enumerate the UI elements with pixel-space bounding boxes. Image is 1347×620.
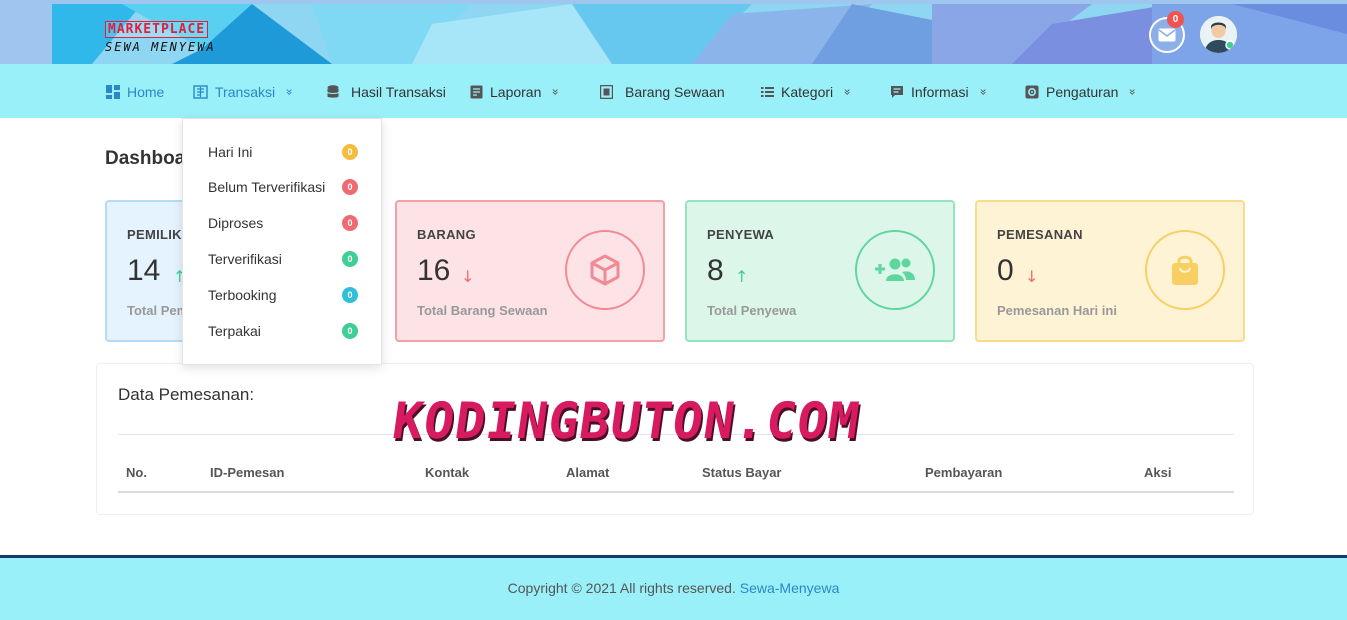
footer-link[interactable]: Sewa-Menyewa — [740, 580, 840, 596]
card-title: BARANG — [417, 227, 476, 242]
trend-up-icon: ↑ — [735, 267, 749, 286]
page-root: { "header": { "brand_top": "MARKETPLACE"… — [0, 0, 1347, 620]
orders-title: Data Pemesanan: — [118, 385, 255, 404]
dropdown-item-terbooking[interactable]: Terbooking 0 — [208, 286, 358, 304]
table-header-no[interactable]: No. — [126, 465, 147, 480]
card-icon-circle — [1145, 230, 1225, 310]
envelope-icon — [1158, 28, 1176, 42]
table-header-aksi[interactable]: Aksi — [1144, 465, 1171, 480]
card-subtitle: Pemesanan Hari ini — [997, 303, 1117, 318]
nav-laporan[interactable]: Laporan » — [470, 83, 564, 101]
nav-pengaturan-label: Pengaturan — [1046, 84, 1119, 100]
table-header-id-pemesan[interactable]: ID-Pemesan — [210, 465, 284, 480]
database-icon — [327, 85, 339, 98]
dropdown-item-label: Hari Ini — [208, 144, 253, 160]
dashboard-icon — [106, 85, 120, 99]
watermark-text: KODINGBUTON.COM — [388, 392, 864, 450]
stat-card-barang[interactable]: BARANG 16 ↓ Total Barang Sewaan — [395, 200, 665, 342]
brand-subtitle: SEWA MENYEWA — [105, 40, 216, 54]
list-icon — [761, 87, 774, 97]
dropdown-item-diproses[interactable]: Diproses 0 — [208, 214, 358, 232]
count-badge: 0 — [342, 215, 358, 231]
brand-title: MARKETPLACE — [105, 21, 209, 38]
card-icon-circle — [565, 230, 645, 310]
card-icon-circle — [855, 230, 935, 310]
nav-hasil-transaksi[interactable]: Hasil Transaksi — [327, 83, 446, 101]
cube-icon — [590, 254, 620, 286]
card-value: 14 — [127, 254, 161, 287]
nav-informasi[interactable]: Informasi » — [890, 83, 991, 101]
card-value: 8 — [707, 254, 724, 287]
nav-barang-sewaan[interactable]: Barang Sewaan — [600, 83, 725, 101]
main-nav: Home Transaksi » Hasil Transaksi Laporan… — [0, 64, 1347, 118]
count-badge: 0 — [342, 251, 358, 267]
settings-icon — [1025, 85, 1039, 99]
copyright-text: Copyright © 2021 All rights reserved. — [507, 580, 736, 596]
user-plus-icon — [875, 258, 915, 281]
table-header-status-bayar[interactable]: Status Bayar — [702, 465, 781, 480]
nav-informasi-label: Informasi — [911, 84, 969, 100]
trend-down-icon: ↓ — [461, 267, 475, 286]
report-icon — [470, 85, 483, 99]
chevron-down-icon: » — [282, 88, 297, 96]
dropdown-item-hari-ini[interactable]: Hari Ini 0 — [208, 143, 358, 161]
nav-transaksi[interactable]: Transaksi » — [193, 83, 297, 101]
nav-home[interactable]: Home — [106, 83, 164, 101]
transaction-icon — [193, 85, 208, 99]
chevron-down-icon: » — [549, 88, 564, 96]
table-header-divider — [118, 491, 1234, 493]
dropdown-item-terpakai[interactable]: Terpakai 0 — [208, 322, 358, 340]
table-header-alamat[interactable]: Alamat — [566, 465, 609, 480]
chevron-down-icon: » — [840, 88, 855, 96]
nav-kategori-label: Kategori — [781, 84, 834, 100]
dropdown-item-belum-terverifikasi[interactable]: Belum Terverifikasi 0 — [208, 178, 358, 196]
card-value: 0 — [997, 254, 1014, 287]
stat-card-pemesanan[interactable]: PEMESANAN 0 ↓ Pemesanan Hari ini — [975, 200, 1245, 342]
nav-home-label: Home — [127, 84, 165, 100]
user-avatar-icon — [1200, 16, 1237, 53]
nav-pengaturan[interactable]: Pengaturan » — [1025, 83, 1141, 101]
count-badge: 0 — [342, 179, 358, 195]
card-title: PENYEWA — [707, 227, 775, 242]
count-badge: 0 — [342, 287, 358, 303]
footer: Copyright © 2021 All rights reserved. Se… — [0, 558, 1347, 620]
brand-logo[interactable]: MARKETPLACE SEWA MENYEWA — [105, 20, 216, 54]
table-header-kontak[interactable]: Kontak — [425, 465, 469, 480]
dropdown-item-label: Belum Terverifikasi — [208, 179, 326, 195]
box-icon — [600, 85, 613, 99]
top-header: MARKETPLACE SEWA MENYEWA 0 — [0, 0, 1347, 64]
trend-down-icon: ↓ — [1025, 267, 1039, 286]
mail-count-badge: 0 — [1167, 11, 1184, 28]
stat-card-penyewa[interactable]: PENYEWA 8 ↑ Total Penyewa — [685, 200, 955, 342]
chevron-down-icon: » — [1126, 88, 1141, 96]
nav-laporan-label: Laporan — [490, 84, 542, 100]
nav-hasil-transaksi-label: Hasil Transaksi — [351, 84, 446, 100]
card-subtitle: Total Penyewa — [707, 303, 797, 318]
card-value: 16 — [417, 254, 451, 287]
count-badge: 0 — [342, 323, 358, 339]
dropdown-item-terverifikasi[interactable]: Terverifikasi 0 — [208, 250, 358, 268]
dropdown-item-label: Diproses — [208, 215, 264, 231]
shopping-bag-icon — [1172, 255, 1198, 285]
card-title: PEMILIK — [127, 227, 182, 242]
nav-barang-sewaan-label: Barang Sewaan — [625, 84, 725, 100]
dropdown-item-label: Terpakai — [208, 323, 261, 339]
chevron-down-icon: » — [976, 88, 991, 96]
footer-copyright: Copyright © 2021 All rights reserved. Se… — [0, 580, 1347, 596]
table-header-pembayaran[interactable]: Pembayaran — [925, 465, 1002, 480]
dropdown-item-label: Terverifikasi — [208, 251, 282, 267]
nav-kategori[interactable]: Kategori » — [761, 83, 855, 101]
card-title: PEMESANAN — [997, 227, 1083, 242]
user-avatar[interactable] — [1200, 16, 1237, 53]
count-badge: 0 — [342, 144, 358, 160]
card-subtitle: Total Barang Sewaan — [417, 303, 548, 318]
transaksi-dropdown-menu: Hari Ini 0 Belum Terverifikasi 0 Diprose… — [182, 118, 382, 365]
nav-transaksi-label: Transaksi — [215, 84, 276, 100]
dropdown-item-label: Terbooking — [208, 287, 277, 303]
info-icon — [891, 86, 903, 98]
